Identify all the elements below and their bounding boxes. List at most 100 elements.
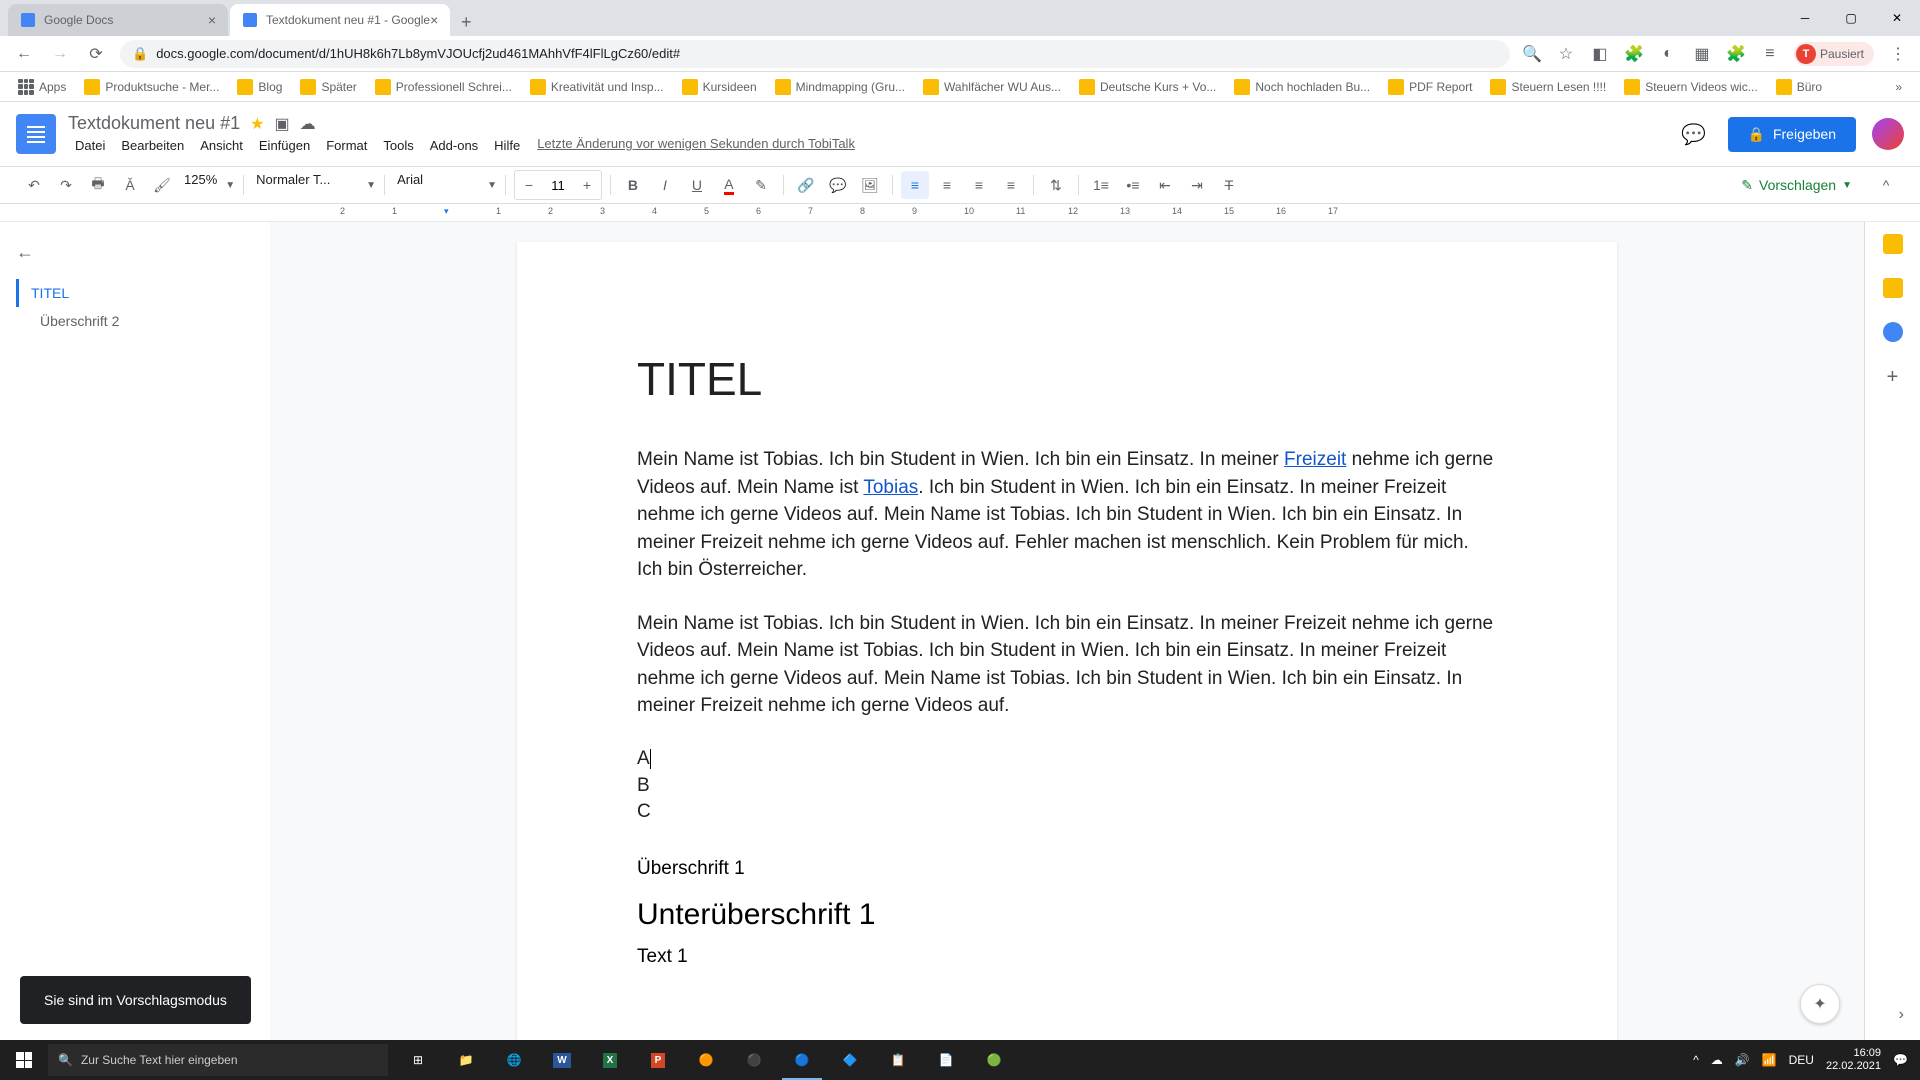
extensions-icon[interactable]: 🧩 [1726, 44, 1746, 64]
reload-button[interactable]: ⟳ [84, 42, 108, 66]
wifi-icon[interactable]: 📶 [1762, 1053, 1777, 1067]
tray-expand-icon[interactable]: ^ [1693, 1053, 1699, 1067]
notifications-icon[interactable]: 💬 [1893, 1053, 1908, 1067]
minimize-button[interactable]: ─ [1782, 0, 1828, 36]
extension-icon[interactable]: ◐ [1658, 44, 1678, 64]
bookmark-item[interactable]: Wahlfächer WU Aus... [917, 75, 1067, 99]
forward-button[interactable]: → [48, 42, 72, 66]
move-icon[interactable]: ▣ [274, 114, 289, 134]
bookmark-item[interactable]: Steuern Lesen !!!! [1484, 75, 1612, 99]
taskbar-search[interactable]: 🔍 Zur Suche Text hier eingeben [48, 1044, 388, 1076]
chrome-icon[interactable]: 🔵 [778, 1040, 826, 1080]
bookmark-item[interactable]: Deutsche Kurs + Vo... [1073, 75, 1222, 99]
font-size-input[interactable] [543, 174, 573, 196]
doc-list-line[interactable]: A [637, 746, 1497, 773]
align-left-button[interactable]: ≡ [901, 171, 929, 199]
address-bar[interactable]: 🔒 docs.google.com/document/d/1hUH8k6h7Lb… [120, 40, 1510, 68]
menu-help[interactable]: Hilfe [487, 136, 527, 155]
menu-view[interactable]: Ansicht [193, 136, 250, 155]
doc-text-line[interactable]: Text 1 [637, 946, 1497, 968]
onedrive-icon[interactable]: ☁ [1711, 1053, 1723, 1067]
mode-select[interactable]: ✎ Vorschlagen ▼ [1733, 173, 1860, 198]
star-icon[interactable]: ★ [250, 114, 264, 134]
font-select[interactable]: Arial [393, 172, 483, 198]
doc-title-heading[interactable]: TITEL [637, 352, 1497, 406]
italic-button[interactable]: I [651, 171, 679, 199]
outline-heading-1[interactable]: TITEL [16, 279, 254, 307]
doc-heading-2[interactable]: Unterüberschrift 1 [637, 898, 1497, 932]
zoom-icon[interactable]: 🔍 [1522, 44, 1542, 64]
explorer-icon[interactable]: 📁 [442, 1040, 490, 1080]
cloud-status-icon[interactable]: ☁ [300, 114, 316, 134]
powerpoint-icon[interactable]: P [634, 1040, 682, 1080]
back-button[interactable]: ← [12, 42, 36, 66]
edge-icon[interactable]: 🌐 [490, 1040, 538, 1080]
zoom-select[interactable]: 125% [180, 172, 221, 198]
side-panel-toggle[interactable]: › [1899, 1006, 1904, 1024]
clear-format-button[interactable]: T [1215, 171, 1243, 199]
account-avatar[interactable] [1872, 118, 1904, 150]
docs-logo[interactable] [16, 114, 56, 154]
tasks-icon[interactable] [1883, 322, 1903, 342]
star-icon[interactable]: ☆ [1556, 44, 1576, 64]
bookmark-item[interactable]: Kursideen [676, 75, 763, 99]
extension-icon[interactable]: 🧩 [1624, 44, 1644, 64]
decrease-font-button[interactable]: − [515, 171, 543, 199]
excel-icon[interactable]: X [586, 1040, 634, 1080]
bookmark-item[interactable]: Büro [1770, 75, 1828, 99]
page[interactable]: TITEL Mein Name ist Tobias. Ich bin Stud… [517, 242, 1617, 1040]
insert-link-button[interactable]: 🔗 [792, 171, 820, 199]
word-icon[interactable]: W [538, 1040, 586, 1080]
text-color-button[interactable]: A [715, 171, 743, 199]
menu-edit[interactable]: Bearbeiten [114, 136, 191, 155]
doc-list-line[interactable]: B [637, 773, 1497, 800]
bookmark-item[interactable]: Blog [231, 75, 288, 99]
close-window-button[interactable]: ✕ [1874, 0, 1920, 36]
app-icon[interactable]: 🔷 [826, 1040, 874, 1080]
outline-back-button[interactable]: ← [16, 242, 254, 263]
align-right-button[interactable]: ≡ [965, 171, 993, 199]
app-icon[interactable]: 📄 [922, 1040, 970, 1080]
add-panel-button[interactable]: + [1887, 366, 1899, 389]
bookmark-item[interactable]: Noch hochladen Bu... [1228, 75, 1376, 99]
last-edit-link[interactable]: Letzte Änderung vor wenigen Sekunden dur… [537, 136, 855, 155]
doc-list-line[interactable]: C [637, 799, 1497, 826]
numbered-list-button[interactable]: 1≡ [1087, 171, 1115, 199]
menu-addons[interactable]: Add-ons [423, 136, 485, 155]
bookmark-item[interactable]: Kreativität und Insp... [524, 75, 670, 99]
expand-button[interactable]: ^ [1872, 171, 1900, 199]
reading-list-icon[interactable]: ≡ [1760, 44, 1780, 64]
comments-button[interactable]: 💬 [1676, 116, 1712, 152]
insert-image-button[interactable]: 🖼 [856, 171, 884, 199]
bookmark-item[interactable]: Professionell Schrei... [369, 75, 518, 99]
paragraph-style-select[interactable]: Normaler T... [252, 172, 362, 198]
task-view-button[interactable]: ⊞ [394, 1040, 442, 1080]
bookmark-item[interactable]: Steuern Videos wic... [1618, 75, 1764, 99]
bookmark-item[interactable]: PDF Report [1382, 75, 1478, 99]
doc-paragraph[interactable]: Mein Name ist Tobias. Ich bin Student in… [637, 610, 1497, 720]
volume-icon[interactable]: 🔊 [1735, 1053, 1750, 1067]
maximize-button[interactable]: ▢ [1828, 0, 1874, 36]
outline-heading-2[interactable]: Überschrift 2 [16, 307, 254, 335]
doc-link[interactable]: Tobias [863, 477, 918, 498]
document-canvas[interactable]: TITEL Mein Name ist Tobias. Ich bin Stud… [270, 222, 1864, 1040]
calendar-icon[interactable] [1883, 234, 1903, 254]
share-button[interactable]: 🔒 Freigeben [1728, 117, 1856, 152]
decrease-indent-button[interactable]: ⇤ [1151, 171, 1179, 199]
language-indicator[interactable]: DEU [1789, 1053, 1814, 1067]
new-tab-button[interactable]: + [452, 8, 480, 36]
undo-button[interactable]: ↶ [20, 171, 48, 199]
bookmark-item[interactable]: Produktsuche - Mer... [78, 75, 225, 99]
spellcheck-button[interactable]: Ǎ [116, 171, 144, 199]
bookmark-item[interactable]: Mindmapping (Gru... [769, 75, 911, 99]
close-icon[interactable]: × [430, 12, 438, 28]
increase-font-button[interactable]: + [573, 171, 601, 199]
menu-format[interactable]: Format [319, 136, 374, 155]
paint-format-button[interactable]: 🖌 [148, 171, 176, 199]
document-title[interactable]: Textdokument neu #1 [68, 113, 240, 134]
menu-icon[interactable]: ⋮ [1888, 44, 1908, 64]
ruler[interactable]: 2 1 ▾ 1 2 3 4 5 6 7 8 9 10 11 12 13 14 1… [0, 204, 1920, 222]
align-center-button[interactable]: ≡ [933, 171, 961, 199]
menu-file[interactable]: Datei [68, 136, 112, 155]
bookmark-item[interactable]: Später [294, 75, 362, 99]
